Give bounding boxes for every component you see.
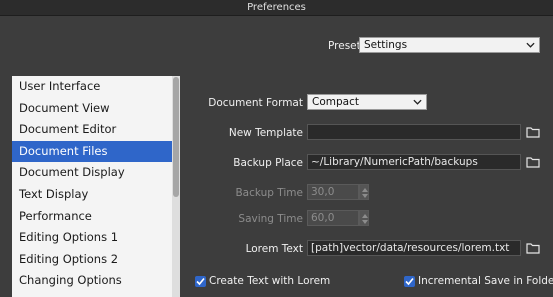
- folder-icon[interactable]: [525, 240, 541, 256]
- sidebar-item-changing-options[interactable]: Changing Options: [12, 270, 180, 292]
- presets-select[interactable]: Settings: [359, 37, 540, 53]
- window-title: Preferences: [247, 2, 306, 13]
- backup-time-spin-button[interactable]: [359, 184, 369, 200]
- backup-time-label: Backup Time: [235, 187, 303, 199]
- spinner-arrows-icon: [362, 214, 368, 224]
- new-template-field[interactable]: [307, 124, 521, 140]
- incremental-save-label: Incremental Save in Folder: [418, 275, 553, 287]
- checkmark-icon: [405, 277, 414, 286]
- folder-icon[interactable]: [525, 124, 541, 140]
- presets-value: Settings: [364, 39, 408, 51]
- saving-time-spin-button[interactable]: [359, 210, 369, 226]
- saving-time-label: Saving Time: [238, 213, 303, 225]
- chevron-down-icon: [413, 99, 422, 105]
- lorem-text-field[interactable]: [path]vector/data/resources/lorem.txt: [307, 240, 521, 256]
- checkmark-icon: [196, 277, 205, 286]
- backup-time-stepper[interactable]: 30,0: [307, 184, 359, 200]
- create-text-with-lorem-label: Create Text with Lorem: [209, 275, 331, 287]
- document-format-select[interactable]: Compact: [307, 94, 427, 110]
- backup-place-field[interactable]: ~/Library/NumericPath/backups: [307, 154, 521, 170]
- document-format-label: Document Format: [208, 97, 303, 109]
- sidebar-item-user-interface[interactable]: User Interface: [12, 76, 180, 98]
- folder-icon[interactable]: [525, 154, 541, 170]
- incremental-save-checkbox[interactable]: [404, 276, 415, 287]
- window-titlebar: Preferences: [0, 0, 553, 16]
- create-text-with-lorem-checkbox[interactable]: [195, 276, 206, 287]
- saving-time-stepper[interactable]: 60,0: [307, 210, 359, 226]
- spinner-arrows-icon: [362, 188, 368, 198]
- lorem-text-label: Lorem Text: [245, 243, 303, 255]
- backup-place-label: Backup Place: [233, 157, 303, 169]
- document-format-value: Compact: [312, 96, 359, 108]
- new-template-label: New Template: [228, 127, 303, 139]
- chevron-down-icon: [526, 42, 535, 48]
